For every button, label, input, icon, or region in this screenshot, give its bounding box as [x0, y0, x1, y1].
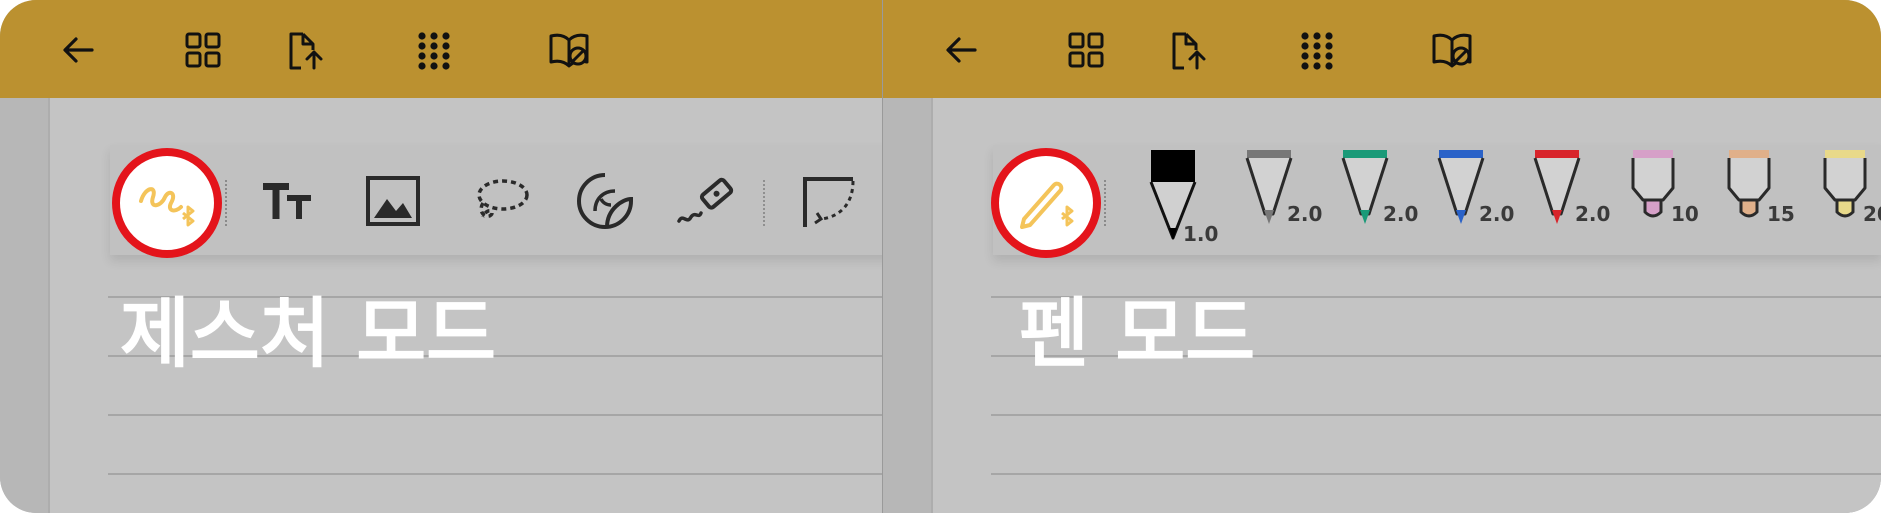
eraser-tool-icon[interactable]	[672, 166, 742, 236]
highlighter-icon	[1823, 150, 1867, 218]
hidden-notebook-icon[interactable]	[541, 22, 597, 78]
grid-view-icon[interactable]	[1058, 22, 1114, 78]
sticker-tool-icon[interactable]	[570, 166, 640, 236]
pen-icon	[1341, 150, 1389, 224]
pen-item[interactable]: 2.0	[1337, 148, 1427, 248]
pen-icon	[1437, 150, 1485, 224]
pen-bluetooth-icon	[1020, 181, 1074, 229]
back-arrow-icon[interactable]	[933, 22, 989, 78]
lasso-tool-icon[interactable]	[466, 166, 536, 236]
pen-size-label: 2.0	[1383, 202, 1419, 226]
pen-size-label: 10	[1671, 202, 1699, 226]
pen-mode-panel: 1.0 2.0 2.0 2.0 2.0 10 15 20 펜 모드	[882, 0, 1881, 513]
pen-size-label: 20	[1863, 202, 1881, 226]
pen-icon	[1533, 150, 1581, 224]
pen-size-label: 15	[1767, 202, 1795, 226]
text-tool-icon[interactable]	[254, 166, 324, 236]
gesture-mode-panel: 제스처 모드	[0, 0, 940, 513]
pen-icon	[1245, 150, 1293, 224]
separator	[225, 180, 227, 226]
pen-size-label: 2.0	[1479, 202, 1515, 226]
pen-size-label: 2.0	[1287, 202, 1323, 226]
keypad-icon[interactable]	[1289, 22, 1345, 78]
gesture-mode-button[interactable]	[112, 148, 222, 258]
pen-mode-button[interactable]	[991, 148, 1101, 258]
separator	[763, 180, 765, 226]
keypad-icon[interactable]	[406, 22, 462, 78]
pen-item[interactable]: 20	[1817, 148, 1881, 248]
ruled-line	[991, 473, 1881, 475]
separator	[1104, 180, 1106, 226]
ruled-line	[108, 473, 940, 475]
export-icon[interactable]	[1160, 22, 1216, 78]
highlighter-icon	[1727, 150, 1771, 218]
pen-item[interactable]: 2.0	[1241, 148, 1331, 248]
top-bar	[0, 0, 940, 98]
pen-item[interactable]: 1.0	[1145, 148, 1235, 248]
export-icon[interactable]	[277, 22, 333, 78]
grid-view-icon[interactable]	[175, 22, 231, 78]
ruled-line	[991, 414, 1881, 416]
pen-size-label: 1.0	[1183, 222, 1219, 246]
image-tool-icon[interactable]	[358, 166, 428, 236]
highlighter-icon	[1631, 150, 1675, 218]
pen-item[interactable]: 2.0	[1529, 148, 1619, 248]
pen-size-label: 2.0	[1575, 202, 1611, 226]
pen-item[interactable]: 2.0	[1433, 148, 1523, 248]
mode-caption: 제스처 모드	[120, 289, 497, 378]
crop-corner-icon[interactable]	[794, 166, 864, 236]
comparison-screenshot: 제스처 모드 1.0 2.0 2.0 2.0 2.0 10 15 2 펜 모드	[0, 0, 1881, 513]
top-bar	[883, 0, 1881, 98]
hidden-notebook-icon[interactable]	[1424, 22, 1480, 78]
mode-caption: 펜 모드	[1019, 289, 1256, 378]
pen-item[interactable]: 10	[1625, 148, 1715, 248]
ruled-line	[108, 414, 940, 416]
pen-item[interactable]: 15	[1721, 148, 1811, 248]
back-arrow-icon[interactable]	[50, 22, 106, 78]
gesture-scribble-bluetooth-icon	[139, 187, 195, 227]
